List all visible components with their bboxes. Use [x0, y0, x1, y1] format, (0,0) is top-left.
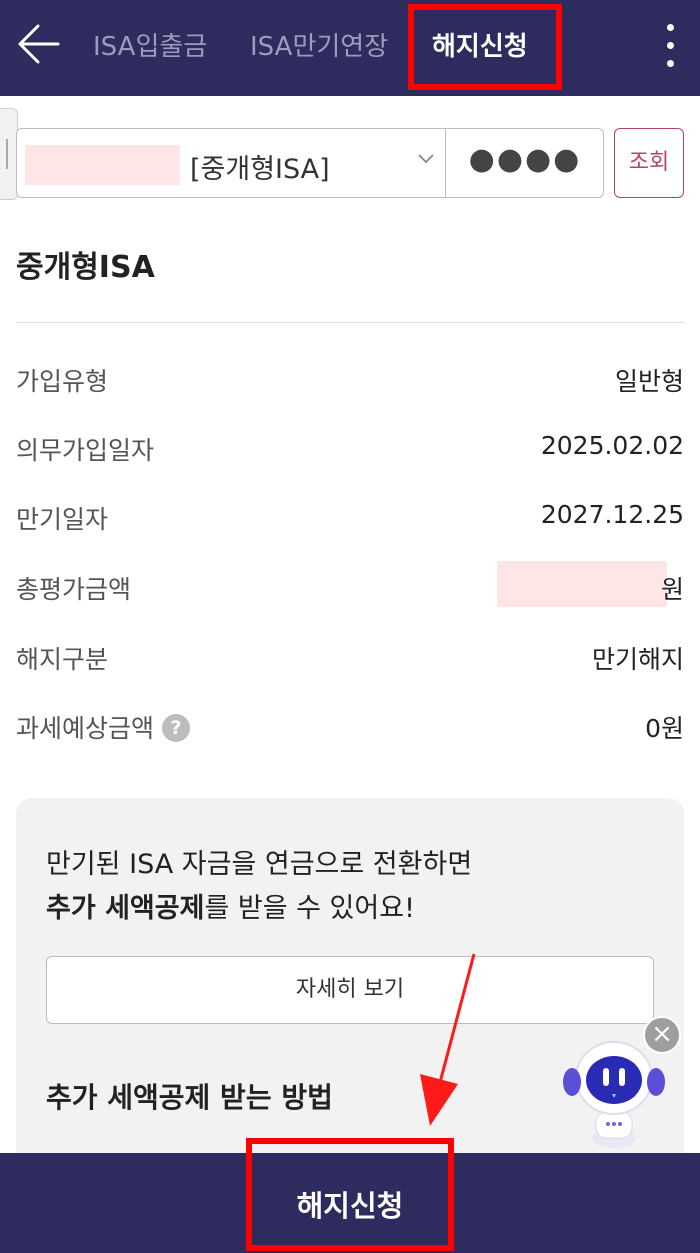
account-selector-row: [중개형ISA] ●●●●: [16, 128, 604, 198]
info-value: 2027.12.25: [540, 500, 684, 529]
chevron-down-icon: [418, 154, 434, 164]
annotation-arrow-icon: [420, 953, 476, 1126]
account-type-label: [중개형ISA]: [190, 154, 330, 185]
more-vert-icon[interactable]: [658, 22, 682, 70]
password-mask: ●●●●: [468, 142, 582, 177]
section-divider: [16, 322, 684, 323]
amount-redaction: [497, 561, 667, 607]
info-label: 만기일자: [16, 505, 109, 534]
highlight-box-bottom-button: [246, 1138, 454, 1251]
back-arrow-icon[interactable]: [14, 22, 62, 66]
tab-isa-maturity-extension[interactable]: ISA만기연장: [250, 26, 388, 63]
info-label: 의무가입일자: [16, 436, 155, 465]
promo-text-rest: 를 받을 수 있어요!: [204, 893, 415, 924]
promo-text-line2: 추가 세액공제를 받을 수 있어요!: [46, 886, 415, 925]
info-row-join-type: 가입유형 일반형: [16, 362, 684, 402]
highlight-box-tab: [408, 4, 562, 90]
info-label: 가입유형: [16, 367, 109, 396]
close-icon[interactable]: ×: [643, 1016, 681, 1054]
info-row-termination-type: 해지구분 만기해지: [16, 640, 684, 680]
info-label-text: 과세예상금액: [16, 714, 155, 743]
info-label: 해지구분: [16, 645, 109, 674]
promo-text-line1: 만기된 ISA 자금을 연금으로 전환하면: [46, 849, 473, 880]
info-value: 원: [660, 575, 684, 604]
see-details-button[interactable]: 자세히 보기: [46, 956, 654, 1024]
info-row-mandatory-date: 의무가입일자 2025.02.02: [16, 431, 684, 471]
info-value: 일반형: [614, 367, 684, 396]
help-icon[interactable]: ?: [162, 714, 191, 742]
page: ISA입출금 ISA만기연장 해지신청 [중개형ISA] ●●●● 조회 중개형…: [0, 0, 700, 1253]
info-row-total-valuation: 총평가금액 원: [16, 561, 684, 610]
info-row-maturity-date: 만기일자 2027.12.25: [16, 500, 684, 540]
info-value: 0원: [645, 714, 684, 743]
account-select[interactable]: [중개형ISA]: [17, 129, 445, 197]
top-nav-bar: ISA입출금 ISA만기연장 해지신청: [0, 0, 700, 96]
search-button[interactable]: 조회: [614, 128, 684, 198]
info-label: 총평가금액: [16, 575, 132, 604]
info-label: 과세예상금액?: [16, 709, 191, 745]
promo-subtitle: 추가 세액공제 받는 방법: [46, 1081, 333, 1114]
account-number-redaction: [25, 145, 180, 185]
info-row-expected-tax: 과세예상금액? 0원: [16, 709, 684, 749]
info-value: 만기해지: [591, 645, 684, 674]
info-value: 2025.02.02: [540, 431, 684, 460]
section-title: 중개형ISA: [16, 250, 155, 285]
tab-isa-deposit-withdraw[interactable]: ISA입출금: [93, 26, 207, 63]
password-field[interactable]: ●●●●: [446, 129, 604, 197]
promo-highlight: 추가 세액공제: [46, 893, 205, 924]
